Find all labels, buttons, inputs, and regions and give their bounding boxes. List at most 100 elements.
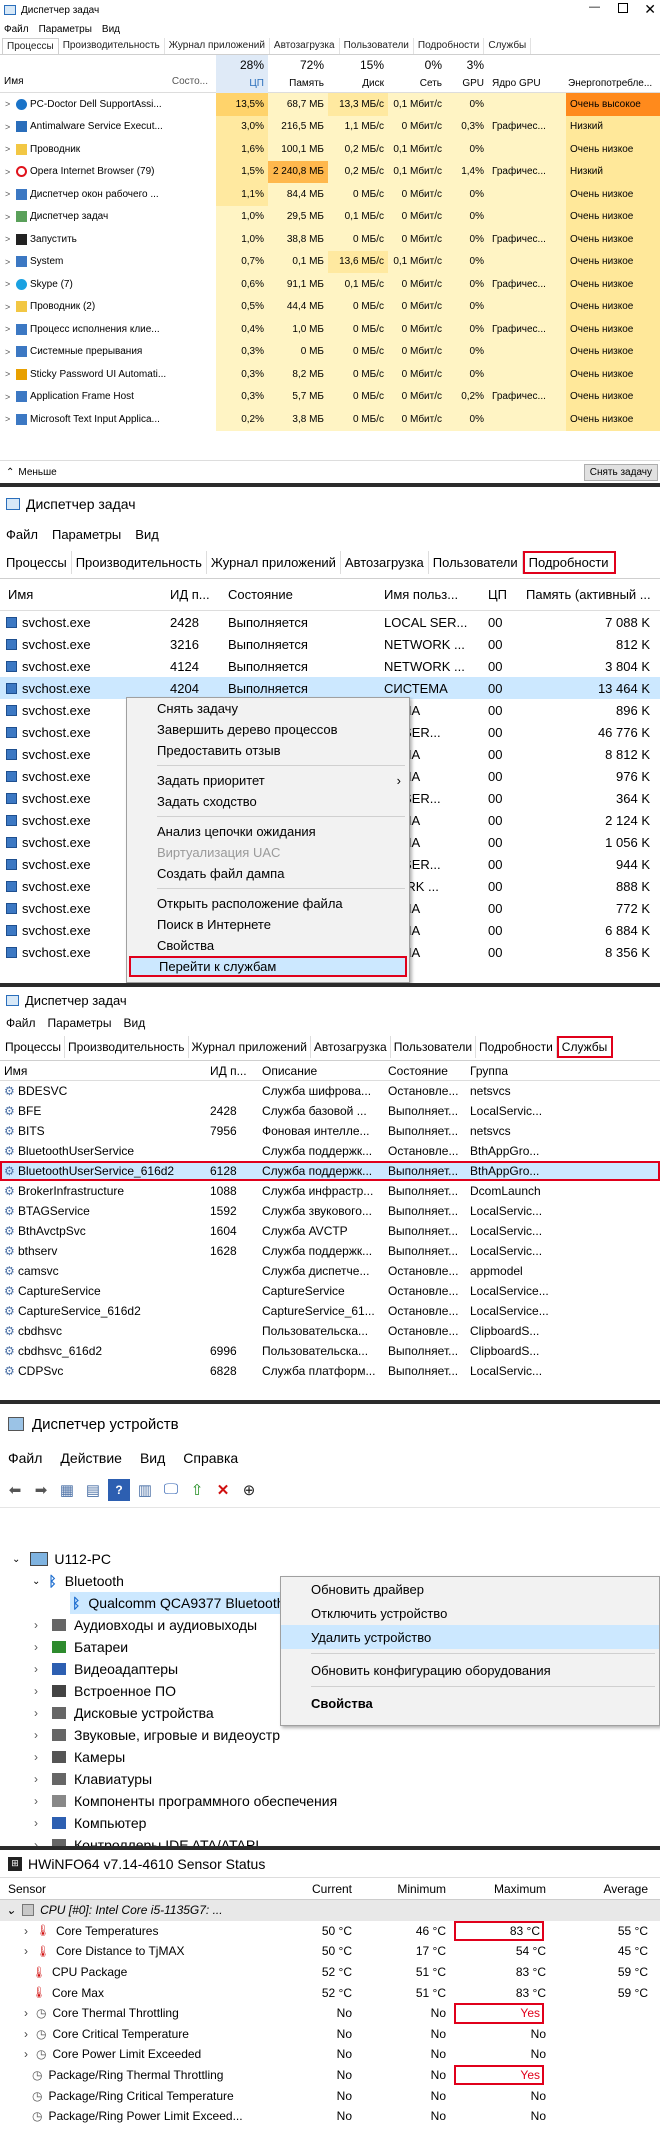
col-name[interactable]: Имя (8, 579, 33, 610)
collapse-icon[interactable]: ⌄ (12, 1554, 20, 1565)
sensor-row[interactable]: › 🌡 Core Distance to TjMAX 50 °C 17 °C 54 °C 4… (0, 1941, 660, 1962)
process-row[interactable]: svchost.exe 4124 Выполняется NETWORK ... 00 3… (0, 655, 660, 677)
service-row[interactable]: ⚙ BTAGService 1592 Служба звукового... Выпол… (0, 1201, 660, 1221)
menu-view[interactable]: Вид (123, 1016, 145, 1030)
service-row[interactable]: ⚙ BthAvctpSvc 1604 Служба AVCTP Выполняет...… (0, 1221, 660, 1241)
sensor-group-row[interactable]: ⌄ CPU [#0]: Intel Core i5-1135G7: ... (0, 1900, 660, 1921)
col-cpu-pct[interactable]: 28% (216, 55, 268, 75)
menu-item-search-online[interactable]: Поиск в Интернете (127, 914, 409, 935)
tree-category[interactable]: › Контроллеры IDE ATA/ATAPI (34, 1834, 259, 1846)
service-row[interactable]: ⚙ BDESVC Служба шифрова... Остановле... nets… (0, 1081, 660, 1101)
tab-services[interactable]: Службы (556, 1035, 614, 1058)
sensor-row[interactable]: ◷ Package/Ring Critical Temperature No No No (0, 2085, 660, 2106)
process-row[interactable]: > Процесс исполнения клие... 0,4% 1,0 МБ 0 М… (0, 318, 660, 341)
col-state[interactable]: Состояние (388, 1061, 448, 1080)
tree-category[interactable]: › Клавиатуры (34, 1768, 152, 1790)
tab-startup[interactable]: Автозагрузка (270, 38, 340, 54)
process-row[interactable]: svchost.exe 2428 Выполняется LOCAL SER... 00… (0, 611, 660, 633)
tab-processes[interactable]: Процессы (2, 551, 72, 574)
menu-item-set-priority[interactable]: Задать приоритет › (127, 770, 409, 791)
process-row[interactable]: > PC-Doctor Dell SupportAssi... 13,5% 68,7 … (0, 93, 660, 116)
col-pid[interactable]: ИД п... (210, 1061, 247, 1080)
col-status[interactable]: Состо... (172, 69, 212, 93)
menu-file[interactable]: Файл (6, 527, 38, 542)
tree-category[interactable]: › Компьютер (34, 1812, 146, 1834)
process-row[interactable]: > System 0,7% 0,1 МБ 13,6 МБ/с 0,1 Мбит/с 0% Оч… (0, 250, 660, 273)
col-power[interactable]: Энергопотребле... (568, 73, 652, 93)
properties-icon[interactable]: ▦ (56, 1479, 78, 1501)
col-user[interactable]: Имя польз... (384, 579, 458, 610)
expand-icon[interactable]: > (5, 392, 10, 402)
expand-icon[interactable]: > (5, 279, 10, 289)
tab-performance[interactable]: Производительность (59, 38, 165, 54)
col-gpu-engine[interactable]: Ядро GPU (492, 73, 541, 93)
expand-icon[interactable]: › (34, 1662, 38, 1676)
menu-options[interactable]: Параметры (39, 24, 92, 35)
menu-item-give-feedback[interactable]: Предоставить отзыв (127, 740, 409, 761)
tab-startup[interactable]: Автозагрузка (341, 551, 429, 574)
tree-category[interactable]: › Аудиовходы и аудиовыходы (34, 1614, 257, 1636)
monitor-icon[interactable]: 🖵 (160, 1479, 182, 1501)
col-cpu[interactable]: ЦП (216, 73, 268, 93)
process-row[interactable]: > Opera Internet Browser (79) 1,5% 2 240,8 … (0, 160, 660, 183)
service-row[interactable]: ⚙ CaptureService_616d2 CaptureService_61..… (0, 1301, 660, 1321)
sensor-row[interactable]: ◷ Package/Ring Thermal Throttling No No Yes (0, 2064, 660, 2086)
process-row[interactable]: > Sticky Password UI Automati... 0,3% 8,2 М… (0, 363, 660, 386)
tree-category[interactable]: › Видеоадаптеры (34, 1658, 178, 1680)
sensor-row[interactable]: › ◷ Core Critical Temperature No No No (0, 2024, 660, 2045)
sensor-row[interactable]: 🌡 CPU Package 52 °C 51 °C 83 °C 59 °C (0, 1962, 660, 1983)
expand-icon[interactable]: > (5, 302, 10, 312)
menu-options[interactable]: Параметры (52, 527, 121, 542)
service-row[interactable]: ⚙ CaptureService CaptureService Остановле..… (0, 1281, 660, 1301)
expand-icon[interactable]: > (5, 189, 10, 199)
tree-category[interactable]: › Компоненты программного обеспечения (34, 1790, 337, 1812)
col-current[interactable]: Current (268, 1878, 356, 1899)
process-row[interactable]: svchost.exe 3216 Выполняется NETWORK ... 00 8… (0, 633, 660, 655)
col-sensor[interactable]: Sensor (8, 1878, 46, 1899)
menu-view[interactable]: Вид (140, 1450, 165, 1466)
menu-help[interactable]: Справка (183, 1450, 238, 1466)
menu-item-set-affinity[interactable]: Задать сходство (127, 791, 409, 812)
process-row[interactable]: > Диспетчер задач 1,0% 29,5 МБ 0,1 МБ/с 0 Мби… (0, 205, 660, 228)
service-row[interactable]: ⚙ BITS 7956 Фоновая интелле... Выполняет... n… (0, 1121, 660, 1141)
expand-icon[interactable]: › (34, 1794, 38, 1808)
process-row[interactable]: > Системные прерывания 0,3% 0 МБ 0 МБ/с 0 Мби… (0, 340, 660, 363)
expand-icon[interactable]: › (24, 2027, 28, 2041)
process-row[interactable]: > Antimalware Service Execut... 3,0% 216,5 … (0, 115, 660, 138)
menu-view[interactable]: Вид (135, 527, 159, 542)
process-row[interactable]: > Запустить 1,0% 38,8 МБ 0 МБ/с 0 Мбит/с 0% Гра… (0, 228, 660, 251)
col-memory[interactable]: Память (активный ... (526, 579, 651, 610)
col-disk-pct[interactable]: 15% (328, 55, 388, 75)
menu-item-go-to-services[interactable]: Перейти к службам (129, 956, 407, 977)
expand-icon[interactable]: > (5, 144, 10, 154)
col-pid[interactable]: ИД п... (170, 579, 210, 610)
menu-item-properties[interactable]: Свойства (127, 935, 409, 956)
menu-item-end-process-tree[interactable]: Завершить дерево процессов (127, 719, 409, 740)
col-name[interactable]: Имя (4, 69, 23, 93)
fewer-details-link[interactable]: Меньше (18, 467, 56, 478)
end-task-button[interactable]: Снять задачу (583, 464, 658, 481)
forward-icon[interactable]: ➡ (30, 1479, 52, 1501)
menu-item-properties[interactable]: Свойства (281, 1691, 659, 1715)
tab-users[interactable]: Пользователи (429, 551, 523, 574)
process-row[interactable]: > Microsoft Text Input Applica... 0,2% 3,8 … (0, 408, 660, 431)
menu-action[interactable]: Действие (60, 1450, 122, 1466)
expand-icon[interactable]: > (5, 347, 10, 357)
col-disk[interactable]: Диск (328, 73, 388, 93)
update-driver-icon[interactable]: ⇧ (186, 1479, 208, 1501)
tab-services[interactable]: Службы (484, 38, 532, 54)
expand-icon[interactable]: › (34, 1816, 38, 1830)
col-net-pct[interactable]: 0% (388, 55, 446, 75)
tab-app-history[interactable]: Журнал приложений (189, 1035, 311, 1058)
col-description[interactable]: Описание (262, 1061, 317, 1080)
col-gpu[interactable]: GPU (446, 73, 488, 93)
back-icon[interactable]: ⬅ (4, 1479, 26, 1501)
minimize-icon[interactable]: — (589, 1, 600, 13)
menu-file[interactable]: Файл (4, 24, 29, 35)
col-average[interactable]: Average (552, 1878, 652, 1899)
menu-item-analyze-wait-chain[interactable]: Анализ цепочки ожидания (127, 821, 409, 842)
collapse-icon[interactable]: ⌄ (6, 1903, 16, 1917)
expand-icon[interactable]: > (5, 369, 10, 379)
tab-processes[interactable]: Процессы (2, 1035, 66, 1058)
process-row[interactable]: > Диспетчер окон рабочего ... 1,1% 84,4 МБ 0… (0, 183, 660, 206)
